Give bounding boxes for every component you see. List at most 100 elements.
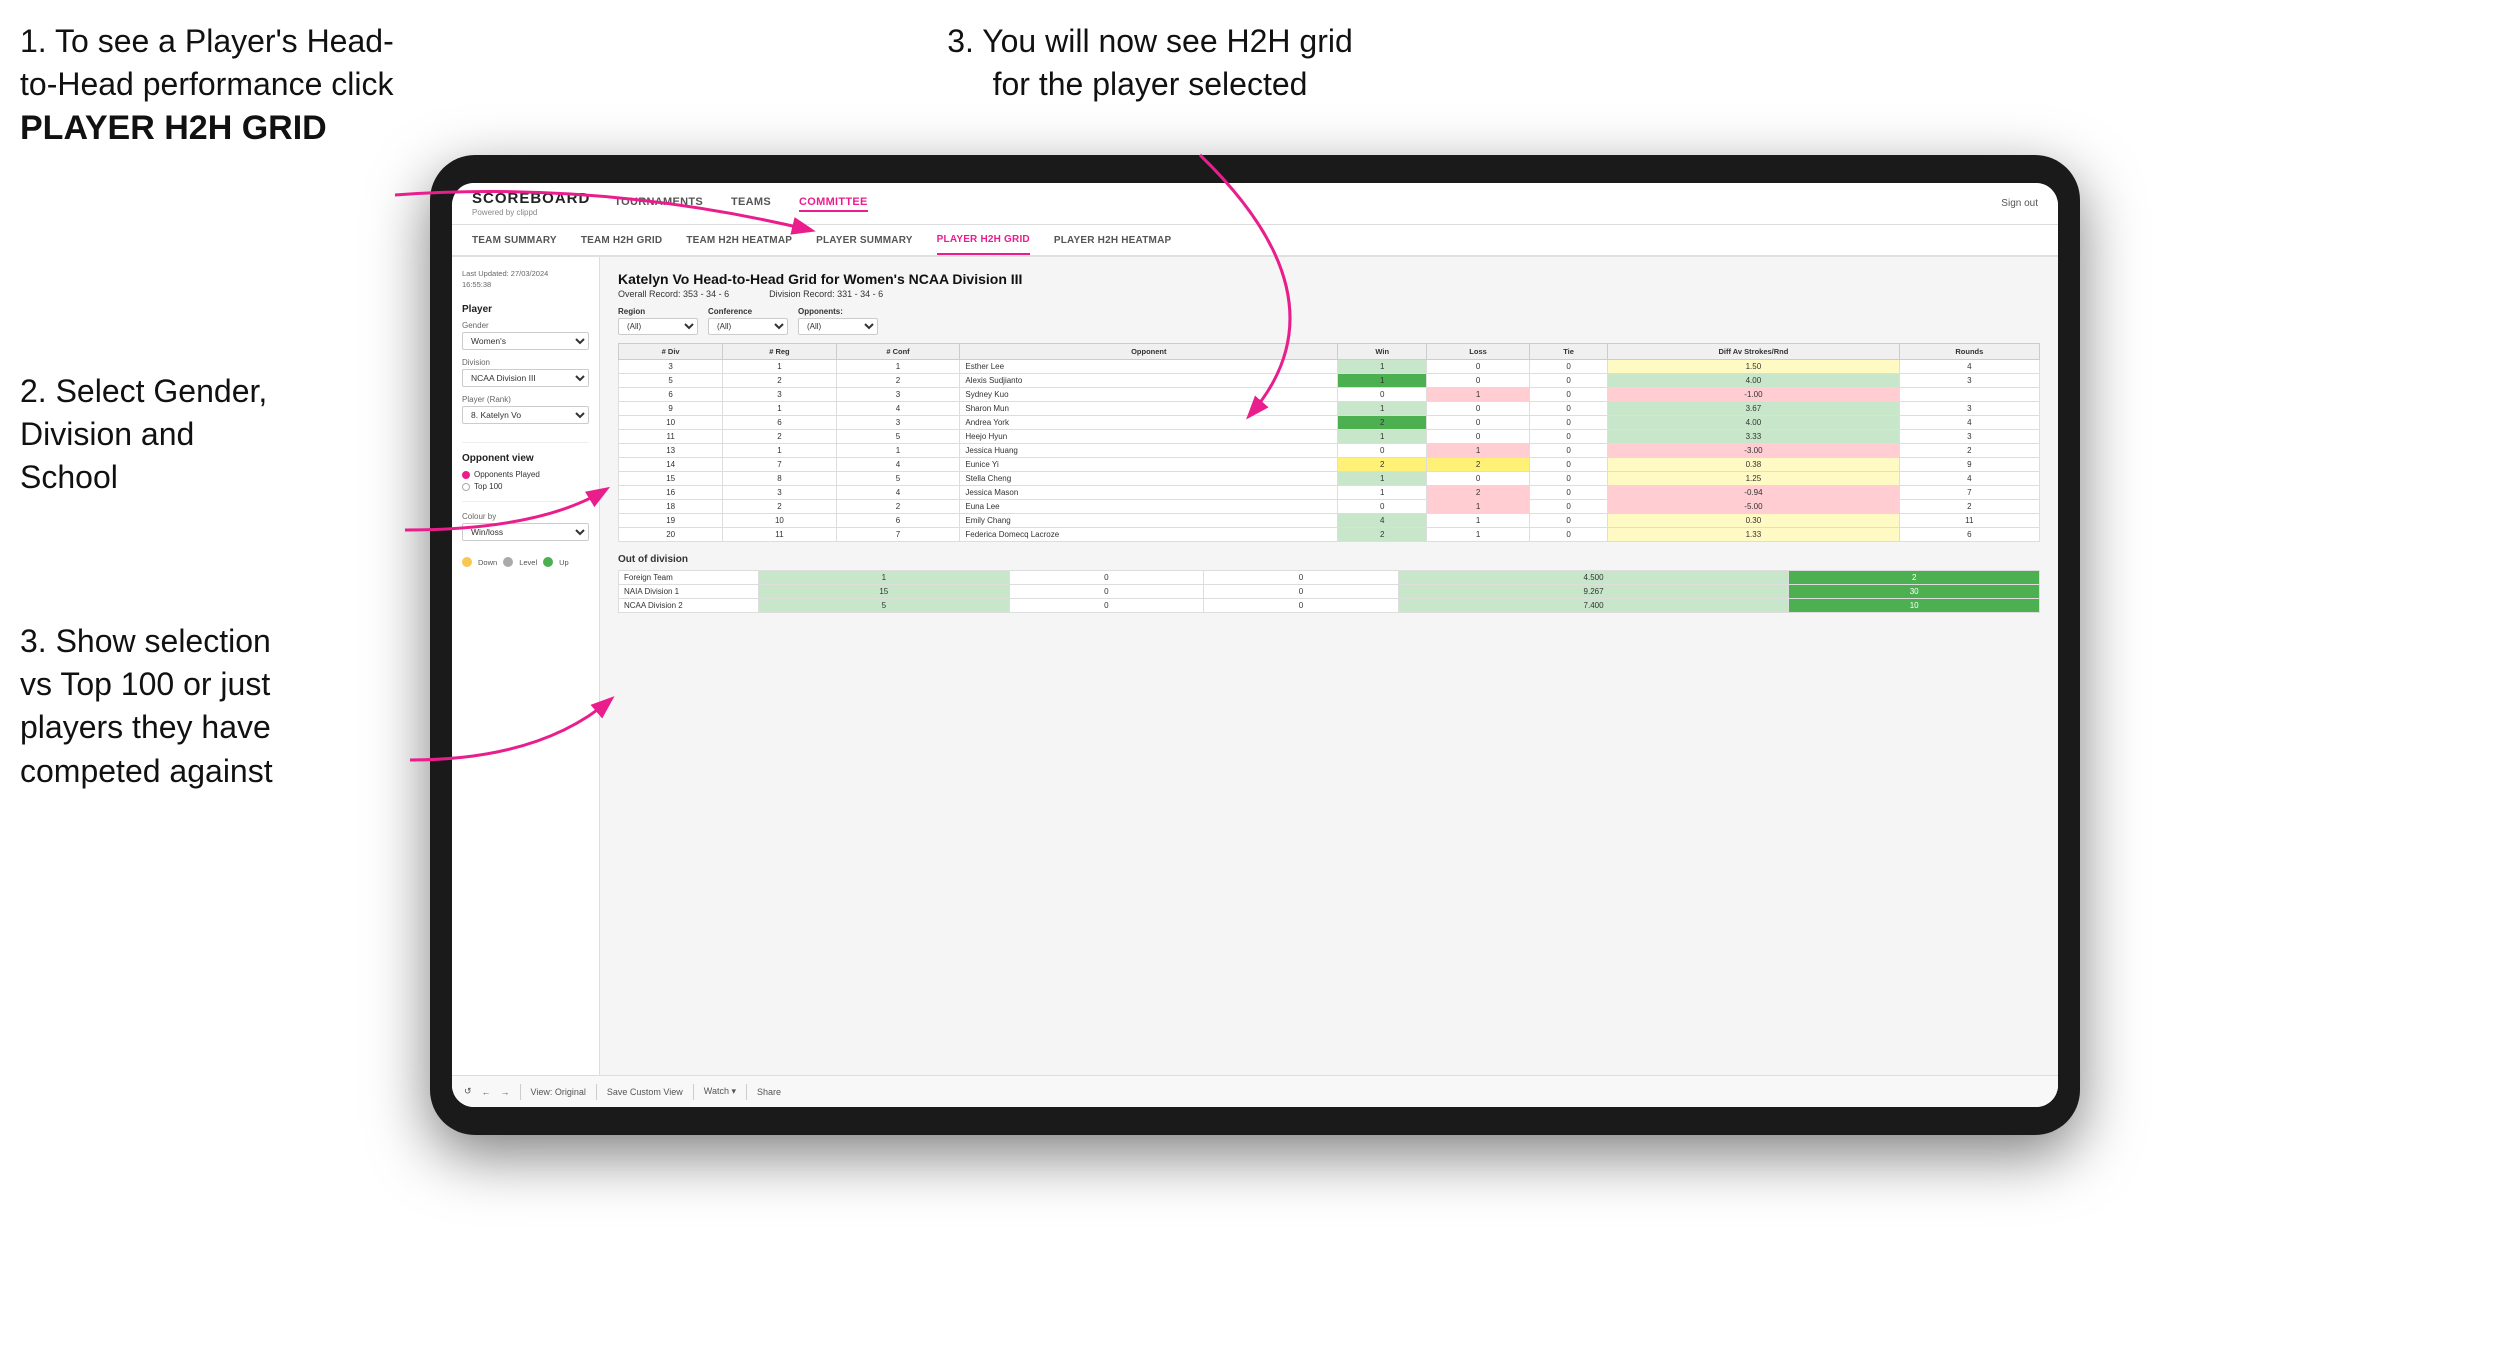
cell-loss: 0 <box>1427 374 1530 388</box>
gender-select[interactable]: Women's <box>462 332 589 350</box>
gender-label: Gender <box>462 321 589 330</box>
instruction-line2: to-Head performance click <box>20 66 393 102</box>
player-section-title: Player <box>462 304 589 315</box>
table-row: 20 11 7 Federica Domecq Lacroze 2 1 0 1.… <box>619 528 2040 542</box>
col-win: Win <box>1338 344 1427 360</box>
cell-loss: 2 <box>1427 486 1530 500</box>
cell-rounds: 7 <box>1899 486 2039 500</box>
radio-top100[interactable]: Top 100 <box>462 482 589 491</box>
cell-rounds: 4 <box>1899 416 2039 430</box>
main-content: Last Updated: 27/03/2024 16:55:38 Player… <box>452 257 2058 1107</box>
sub-nav-player-summary[interactable]: PLAYER SUMMARY <box>816 225 913 255</box>
toolbar-divider-4 <box>746 1084 747 1100</box>
toolbar-back[interactable]: ← <box>482 1087 491 1097</box>
colour-by-select[interactable]: Win/loss <box>462 523 589 541</box>
cell-conf: 2 <box>836 374 960 388</box>
sign-out-link[interactable]: Sign out <box>2001 198 2038 209</box>
toolbar-save-custom[interactable]: Save Custom View <box>607 1087 683 1097</box>
toolbar-watch[interactable]: Watch ▾ <box>704 1086 736 1097</box>
cell-conf: 6 <box>836 514 960 528</box>
instruction-mid-left: 2. Select Gender, Division and School <box>20 370 380 500</box>
toolbar-view-original[interactable]: View: Original <box>531 1087 586 1097</box>
cell-conf: 5 <box>836 472 960 486</box>
nav-teams[interactable]: TEAMS <box>731 196 771 212</box>
cell-loss: 0 <box>1427 472 1530 486</box>
header-right: Sign out <box>2001 198 2038 209</box>
toolbar-divider-1 <box>520 1084 521 1100</box>
table-row: 13 1 1 Jessica Huang 0 1 0 -3.00 2 <box>619 444 2040 458</box>
sub-nav-player-h2h-grid[interactable]: PLAYER H2H GRID <box>937 225 1030 255</box>
cell-win: 2 <box>1338 458 1427 472</box>
cell-div: 9 <box>619 402 723 416</box>
cell-conf: 3 <box>836 388 960 402</box>
cell-reg: 2 <box>723 430 836 444</box>
cell-opponent: Stella Cheng <box>960 472 1338 486</box>
main-nav: TOURNAMENTS TEAMS COMMITTEE <box>614 196 2001 212</box>
instruction-bl-line4: competed against <box>20 753 273 789</box>
cell-tie: 0 <box>1529 388 1607 402</box>
ood-cell-label: NAIA Division 1 <box>619 585 759 599</box>
filter-conference-select[interactable]: (All) <box>708 318 788 335</box>
ood-cell-rounds: 10 <box>1789 599 2040 613</box>
sub-nav-player-h2h-heatmap[interactable]: PLAYER H2H HEATMAP <box>1054 225 1172 255</box>
cell-reg: 2 <box>723 374 836 388</box>
table-row: 16 3 4 Jessica Mason 1 2 0 -0.94 7 <box>619 486 2040 500</box>
ood-table-row: NCAA Division 2 5 0 0 7.400 10 <box>619 599 2040 613</box>
nav-tournaments[interactable]: TOURNAMENTS <box>614 196 703 212</box>
cell-diff: -5.00 <box>1608 500 1899 514</box>
cell-div: 14 <box>619 458 723 472</box>
out-of-division-title: Out of division <box>618 554 2040 565</box>
cell-win: 1 <box>1338 430 1427 444</box>
instruction-ml-line1: 2. Select Gender, <box>20 373 267 409</box>
cell-reg: 10 <box>723 514 836 528</box>
cell-reg: 11 <box>723 528 836 542</box>
cell-win: 1 <box>1338 472 1427 486</box>
division-select[interactable]: NCAA Division III <box>462 369 589 387</box>
cell-rounds: 2 <box>1899 500 2039 514</box>
sub-nav-team-h2h-grid[interactable]: TEAM H2H GRID <box>581 225 663 255</box>
cell-conf: 5 <box>836 430 960 444</box>
cell-loss: 0 <box>1427 430 1530 444</box>
player-rank-label: Player (Rank) <box>462 395 589 404</box>
cell-loss: 0 <box>1427 360 1530 374</box>
sub-nav-team-summary[interactable]: TEAM SUMMARY <box>472 225 557 255</box>
cell-win: 0 <box>1338 500 1427 514</box>
opponent-radio-group: Opponents Played Top 100 <box>462 470 589 491</box>
filter-opponent-select[interactable]: (All) <box>798 318 878 335</box>
ood-cell-diff: 9.267 <box>1398 585 1789 599</box>
filter-conference-label: Conference <box>708 307 788 316</box>
ood-table-row: Foreign Team 1 0 0 4.500 2 <box>619 571 2040 585</box>
cell-opponent: Eunice Yi <box>960 458 1338 472</box>
cell-div: 18 <box>619 500 723 514</box>
nav-committee[interactable]: COMMITTEE <box>799 196 868 212</box>
cell-reg: 3 <box>723 486 836 500</box>
cell-rounds: 3 <box>1899 430 2039 444</box>
cell-rounds: 6 <box>1899 528 2039 542</box>
radio-opponents-played[interactable]: Opponents Played <box>462 470 589 479</box>
sub-nav-team-h2h-heatmap[interactable]: TEAM H2H HEATMAP <box>686 225 792 255</box>
instruction-line1: 1. To see a Player's Head- <box>20 23 394 59</box>
cell-div: 16 <box>619 486 723 500</box>
ood-cell-rounds: 30 <box>1789 585 2040 599</box>
cell-win: 0 <box>1338 444 1427 458</box>
cell-win: 0 <box>1338 388 1427 402</box>
cell-diff: -1.00 <box>1608 388 1899 402</box>
overall-record-value: 353 - 34 - 6 <box>683 289 729 299</box>
cell-diff: 1.50 <box>1608 360 1899 374</box>
filter-region: Region (All) <box>618 307 698 335</box>
toolbar-forward[interactable]: → <box>501 1087 510 1097</box>
cell-div: 6 <box>619 388 723 402</box>
player-rank-select[interactable]: 8. Katelyn Vo <box>462 406 589 424</box>
left-panel: Last Updated: 27/03/2024 16:55:38 Player… <box>452 257 600 1107</box>
cell-conf: 4 <box>836 402 960 416</box>
filter-region-label: Region <box>618 307 698 316</box>
cell-tie: 0 <box>1529 402 1607 416</box>
cell-rounds: 4 <box>1899 360 2039 374</box>
table-row: 11 2 5 Heejo Hyun 1 0 0 3.33 3 <box>619 430 2040 444</box>
toolbar-undo[interactable]: ↺ <box>464 1086 472 1097</box>
tablet-device: SCOREBOARD Powered by clippd TOURNAMENTS… <box>430 155 2080 1135</box>
ood-cell-diff: 4.500 <box>1398 571 1789 585</box>
toolbar-share[interactable]: Share <box>757 1087 781 1097</box>
col-div: # Div <box>619 344 723 360</box>
filter-region-select[interactable]: (All) <box>618 318 698 335</box>
